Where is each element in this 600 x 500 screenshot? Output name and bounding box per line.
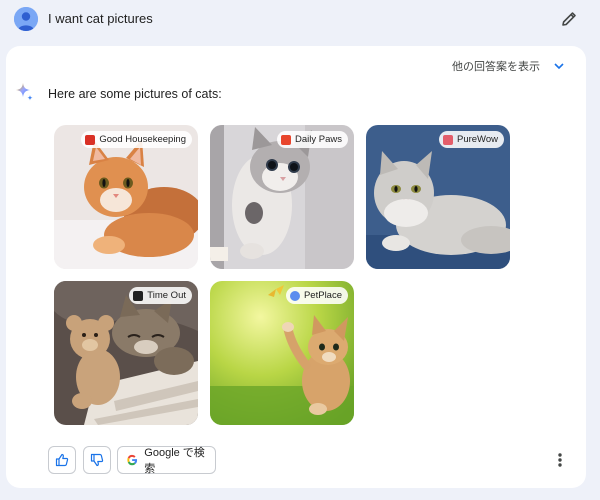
purewow-favicon-icon: [442, 134, 453, 145]
prompt-text: I want cat pictures: [48, 11, 153, 26]
source-label: Time Out: [147, 290, 186, 301]
response-intro: Here are some pictures of cats:: [48, 87, 222, 101]
time-out-favicon-icon: [133, 290, 144, 301]
prompt-row: I want cat pictures: [0, 0, 600, 40]
thumbs-down-icon: [90, 453, 104, 467]
show-drafts-label: 他の回答案を表示: [452, 61, 540, 73]
petplace-favicon-icon: [289, 290, 300, 301]
more-options-button[interactable]: [552, 450, 568, 470]
source-label: Daily Paws: [295, 134, 342, 145]
good-housekeeping-favicon-icon: [85, 134, 96, 145]
image-result-1[interactable]: Good Housekeeping: [54, 125, 198, 269]
image-result-4[interactable]: Time Out: [54, 281, 198, 425]
source-label: Good Housekeeping: [99, 134, 186, 145]
source-label: PureWow: [456, 134, 498, 145]
image-result-5[interactable]: PetPlace: [210, 281, 354, 425]
source-badge: Good Housekeeping: [81, 131, 192, 148]
gemini-sparkle-icon: [16, 83, 33, 101]
show-drafts-button[interactable]: 他の回答案を表示: [452, 58, 566, 74]
chevron-down-icon: [554, 63, 564, 70]
user-avatar[interactable]: [14, 7, 38, 31]
source-label: PetPlace: [303, 290, 342, 301]
source-badge: PetPlace: [285, 287, 348, 304]
response-card: 他の回答案を表示 Here are some pictures of cats:: [6, 46, 586, 488]
daily-paws-favicon-icon: [281, 134, 291, 145]
thumbs-down-button[interactable]: [83, 446, 111, 474]
google-search-label: Google で検索: [144, 447, 205, 475]
thumbs-up-button[interactable]: [48, 446, 76, 474]
pencil-icon: [562, 12, 576, 26]
google-search-button[interactable]: Google で検索: [117, 446, 216, 475]
edit-prompt-button[interactable]: [558, 8, 580, 30]
thumbs-up-icon: [55, 453, 69, 467]
google-g-icon: [127, 454, 138, 466]
source-badge: Daily Paws: [277, 131, 348, 148]
more-vert-icon: [558, 453, 562, 467]
source-badge: PureWow: [438, 131, 504, 148]
image-result-3[interactable]: PureWow: [366, 125, 510, 269]
image-result-2[interactable]: Daily Paws: [210, 125, 354, 269]
source-badge: Time Out: [129, 287, 192, 304]
